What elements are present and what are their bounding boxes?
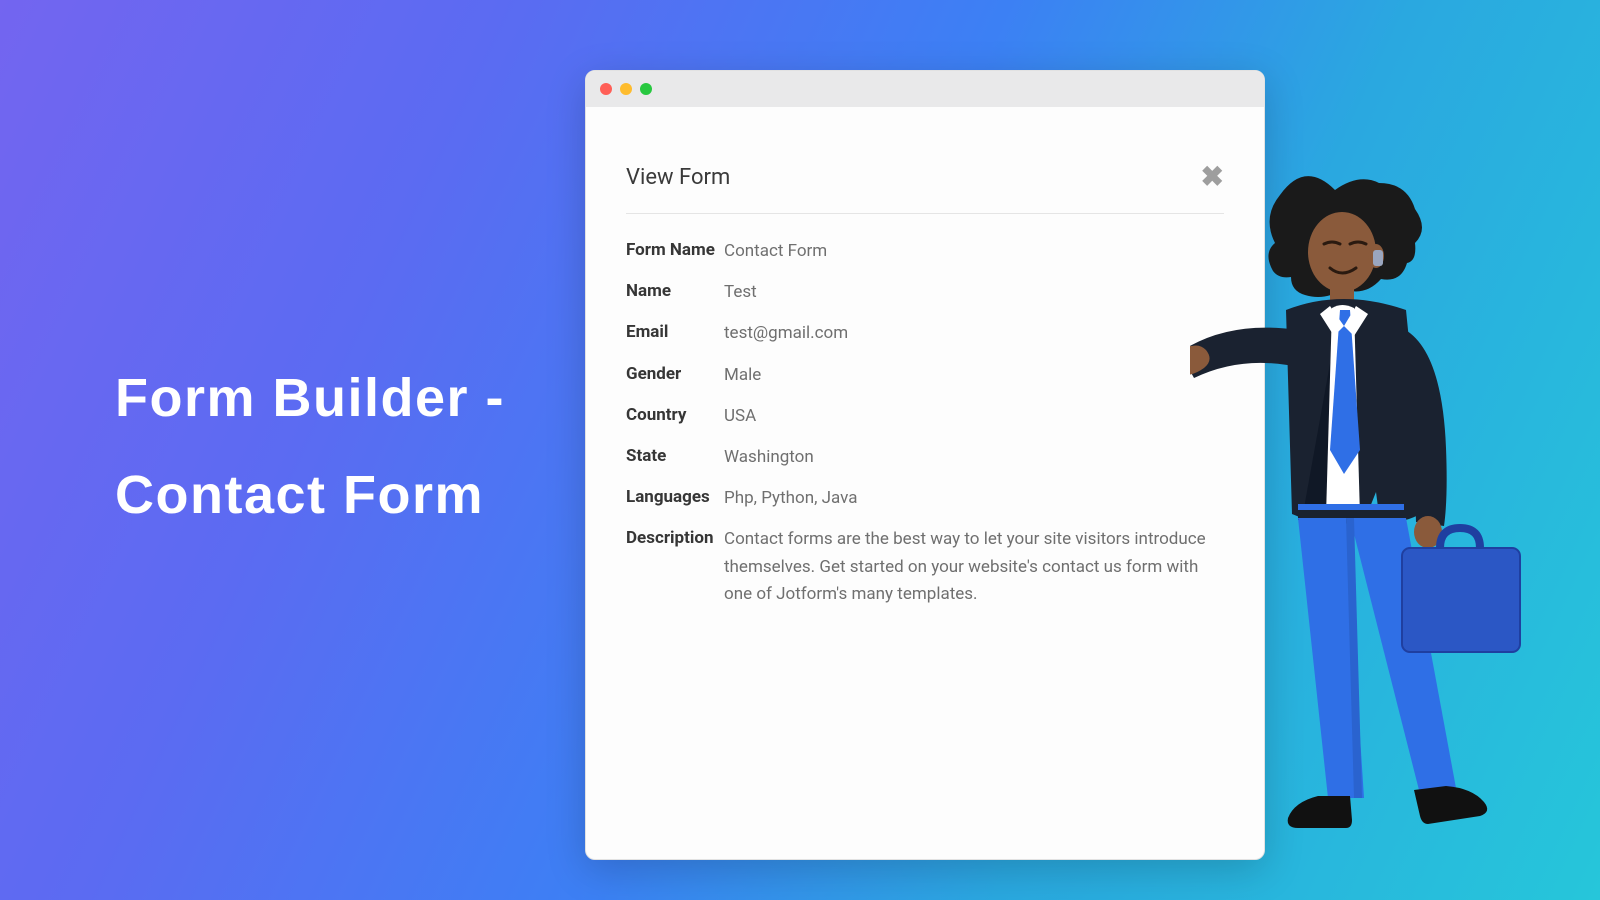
window-titlebar bbox=[586, 71, 1264, 107]
window-minimize-dot[interactable] bbox=[620, 83, 632, 95]
field-label: Gender bbox=[626, 362, 724, 388]
table-row: Form Name Contact Form bbox=[626, 238, 1224, 265]
field-value: Php, Python, Java bbox=[724, 485, 1224, 512]
table-row: Description Contact forms are the best w… bbox=[626, 526, 1224, 608]
field-value: USA bbox=[724, 403, 1224, 430]
table-row: State Washington bbox=[626, 444, 1224, 471]
field-value: Male bbox=[724, 362, 1224, 389]
window-body: View Form ✖ Form Name Contact Form Name … bbox=[586, 107, 1264, 652]
field-value: Test bbox=[724, 279, 1224, 306]
field-label: Name bbox=[626, 279, 724, 305]
table-row: Email test@gmail.com bbox=[626, 320, 1224, 347]
browser-window: View Form ✖ Form Name Contact Form Name … bbox=[585, 70, 1265, 860]
field-label: Languages bbox=[626, 485, 724, 511]
modal-title: View Form bbox=[626, 165, 730, 190]
field-label: State bbox=[626, 444, 724, 470]
table-row: Country USA bbox=[626, 403, 1224, 430]
field-label: Description bbox=[626, 526, 724, 552]
field-value: Contact forms are the best way to let yo… bbox=[724, 526, 1224, 608]
close-icon[interactable]: ✖ bbox=[1201, 163, 1224, 191]
field-label: Email bbox=[626, 320, 724, 346]
form-data-rows: Form Name Contact Form Name Test Email t… bbox=[626, 214, 1224, 608]
field-label: Form Name bbox=[626, 238, 724, 264]
field-label: Country bbox=[626, 403, 724, 429]
window-maximize-dot[interactable] bbox=[640, 83, 652, 95]
hero-title: Form Builder - Contact Form bbox=[115, 350, 505, 544]
field-value: Washington bbox=[724, 444, 1224, 471]
table-row: Gender Male bbox=[626, 362, 1224, 389]
modal-header: View Form ✖ bbox=[626, 163, 1224, 214]
hero-title-line-2: Contact Form bbox=[115, 447, 505, 544]
field-value: Contact Form bbox=[724, 238, 1224, 265]
field-value: test@gmail.com bbox=[724, 320, 1224, 347]
table-row: Languages Php, Python, Java bbox=[626, 485, 1224, 512]
window-close-dot[interactable] bbox=[600, 83, 612, 95]
table-row: Name Test bbox=[626, 279, 1224, 306]
hero-title-line-1: Form Builder - bbox=[115, 350, 505, 447]
